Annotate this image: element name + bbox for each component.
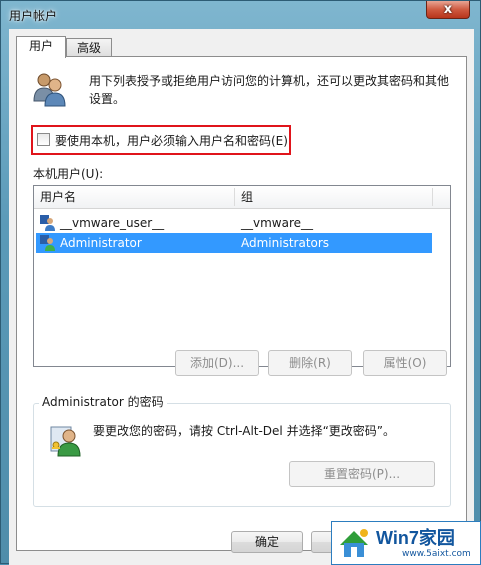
window-title: 用户帐户 — [9, 9, 58, 23]
table-row-selected[interactable]: Administrator Administrators — [36, 233, 432, 253]
key-user-icon — [50, 426, 81, 457]
watermark-url: www.5aixt.com — [402, 549, 471, 559]
tab-advanced[interactable]: 高级 — [66, 38, 112, 58]
window-frame: 用户帐户 x 用户 高级 用下列表授予或拒绝用户访问您的计算机，还可以更改其密码… — [0, 0, 481, 565]
add-user-button[interactable]: 添加(D)... — [175, 350, 259, 376]
table-row[interactable]: __vmware_user__ __vmware__ — [36, 213, 432, 233]
column-separator[interactable] — [432, 188, 433, 206]
title-bar[interactable]: 用户帐户 x — [1, 1, 481, 29]
password-instructions: 要更改您的密码，请按 Ctrl-Alt-Del 并选择“更改密码”。 — [93, 424, 396, 438]
house-logo-icon — [340, 529, 368, 557]
password-groupbox — [33, 403, 451, 507]
remove-user-button[interactable]: 删除(R) — [268, 350, 352, 376]
properties-button[interactable]: 属性(O) — [363, 350, 447, 376]
column-header-username[interactable]: 用户名 — [34, 186, 234, 208]
dialog-client: 用户 高级 用下列表授予或拒绝用户访问您的计算机，还可以更改其密码和其他设置。 … — [9, 29, 474, 565]
ok-button[interactable]: 确定 — [231, 531, 303, 553]
row-username: __vmware_user__ — [60, 216, 165, 230]
close-button[interactable]: x — [426, 1, 470, 19]
local-users-label: 本机用户(U): — [33, 167, 104, 181]
column-header-group[interactable]: 组 — [235, 186, 435, 208]
row-group: __vmware__ — [241, 216, 314, 230]
password-group-title: Administrator 的密码 — [39, 393, 167, 410]
close-icon: x — [443, 2, 453, 17]
user-icon — [40, 215, 55, 231]
row-username: Administrator — [60, 236, 142, 250]
require-login-label[interactable]: 要使用本机，用户必须输入用户名和密码(E) — [55, 132, 288, 149]
listview-header: 用户名 组 — [34, 186, 450, 209]
users-icon — [33, 73, 66, 107]
tab-users[interactable]: 用户 — [16, 36, 66, 58]
watermark-title: Win7家园 — [376, 528, 455, 548]
description-text: 用下列表授予或拒绝用户访问您的计算机，还可以更改其密码和其他设置。 — [89, 74, 450, 106]
watermark: Win7家园 www.5aixt.com — [331, 521, 481, 565]
reset-password-button[interactable]: 重置密码(P)... — [289, 461, 435, 487]
users-listview[interactable]: 用户名 组 __vmware_user__ __vmware__ Adminis… — [33, 185, 451, 367]
user-icon — [40, 235, 55, 251]
row-group: Administrators — [241, 236, 330, 250]
require-login-checkbox[interactable] — [37, 133, 50, 146]
